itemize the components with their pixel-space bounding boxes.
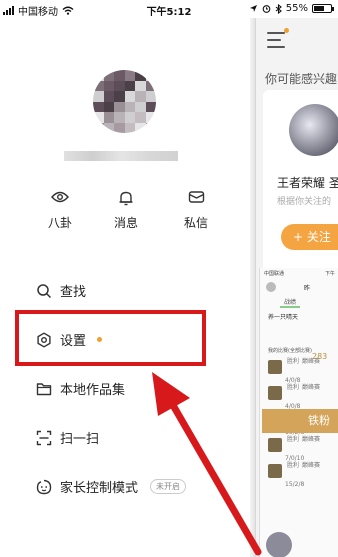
pointer-arrow: [152, 372, 262, 556]
arrow-shaft: [166, 396, 262, 556]
arrow-head: [152, 372, 190, 416]
